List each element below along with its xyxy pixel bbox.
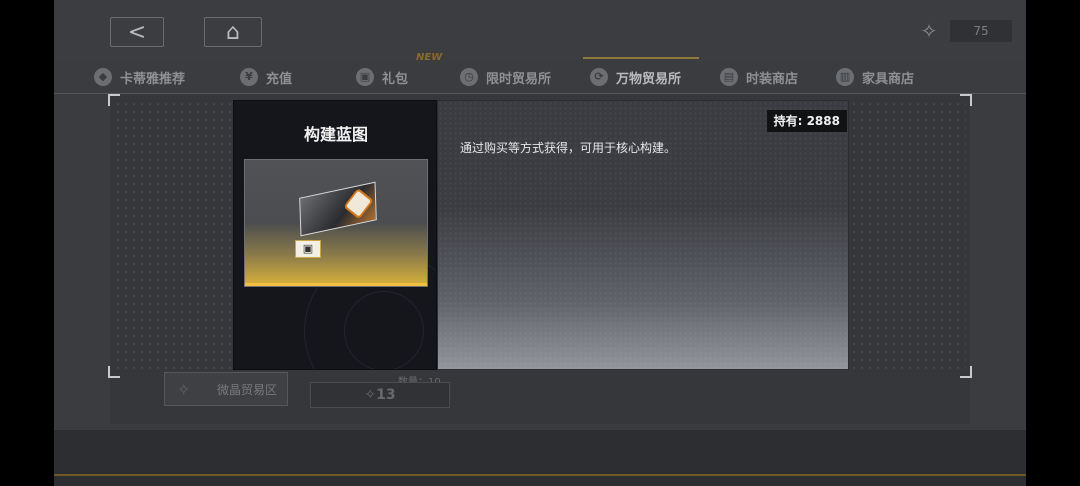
tab-label: 礼包: [382, 71, 409, 87]
tab-label: 时装商店: [746, 71, 799, 87]
home-button[interactable]: ⌂: [204, 17, 262, 47]
owned-count: 持有: 2888: [766, 110, 847, 132]
item-title: 构建蓝图: [303, 125, 368, 144]
item-card: ▣: [244, 159, 428, 287]
item-description-panel: 持有: 2888 通过购买等方式获得，可用于核心构建。: [437, 100, 849, 370]
clock-icon: ◷: [460, 68, 478, 86]
blueprint-card-icon: [299, 181, 377, 237]
bottom-strip: [54, 430, 1026, 486]
bg-item-label: 微晶贸易区: [216, 382, 277, 397]
tab-exchange[interactable]: ⟳ 万物贸易所: [590, 64, 681, 90]
tab-furniture[interactable]: ▥ 家具商店: [836, 64, 914, 90]
bg-price-value: 13: [376, 387, 396, 403]
exchange-icon: ⟳: [590, 68, 608, 86]
currency-value: 75: [950, 20, 1012, 42]
item-description: 通过购买等方式获得，可用于核心构建。: [460, 141, 677, 155]
tab-label: 充值: [266, 71, 293, 87]
recommend-icon: ◆: [94, 68, 112, 86]
furniture-icon: ▥: [836, 68, 854, 86]
bg-price-button[interactable]: ✧ 13: [310, 382, 450, 408]
tab-recharge[interactable]: ¥ 充值: [240, 64, 292, 90]
back-arrow-icon: <: [127, 19, 147, 45]
crystal-icon: ✧: [364, 387, 377, 403]
tab-label: 卡蒂雅推荐: [120, 71, 186, 87]
top-bar: < ⌂ ✧ 75: [54, 0, 1026, 62]
shop-tabs: ◆ 卡蒂雅推荐 ¥ 充值 ▣ 礼包 ◷ 限时贸易所 ⟳ 万物贸易所 ▤ 时装商店…: [54, 58, 1026, 94]
crystal-icon: ✧: [177, 380, 191, 399]
gift-icon: ▣: [356, 68, 374, 86]
currency-display: ✧ 75: [916, 18, 1020, 44]
tab-fashion[interactable]: ▤ 时装商店: [720, 64, 798, 90]
tab-recommend[interactable]: ◆ 卡蒂雅推荐: [94, 64, 185, 90]
tab-label: 限时贸易所: [486, 71, 552, 87]
tab-gift[interactable]: ▣ 礼包: [356, 64, 408, 90]
crystal-icon: ✧: [920, 19, 938, 43]
wardrobe-icon: ▤: [720, 68, 738, 86]
home-icon: ⌂: [226, 19, 240, 45]
tab-label: 万物贸易所: [616, 71, 682, 87]
item-detail-panel: 构建蓝图 ▣: [233, 100, 437, 370]
game-screen: < ⌂ ✧ 75 ◆ 卡蒂雅推荐 ¥ 充值 ▣ 礼包 ◷ 限时贸易所 ⟳ 万物贸…: [54, 0, 1026, 486]
item-type-tag: ▣: [295, 240, 321, 258]
tab-label: 家具商店: [862, 71, 915, 87]
back-button[interactable]: <: [110, 17, 164, 47]
yen-icon: ¥: [240, 68, 258, 86]
tab-limited-trade[interactable]: ◷ 限时贸易所: [460, 64, 551, 90]
new-badge: NEW: [416, 52, 443, 63]
active-tab-indicator: [583, 57, 699, 59]
